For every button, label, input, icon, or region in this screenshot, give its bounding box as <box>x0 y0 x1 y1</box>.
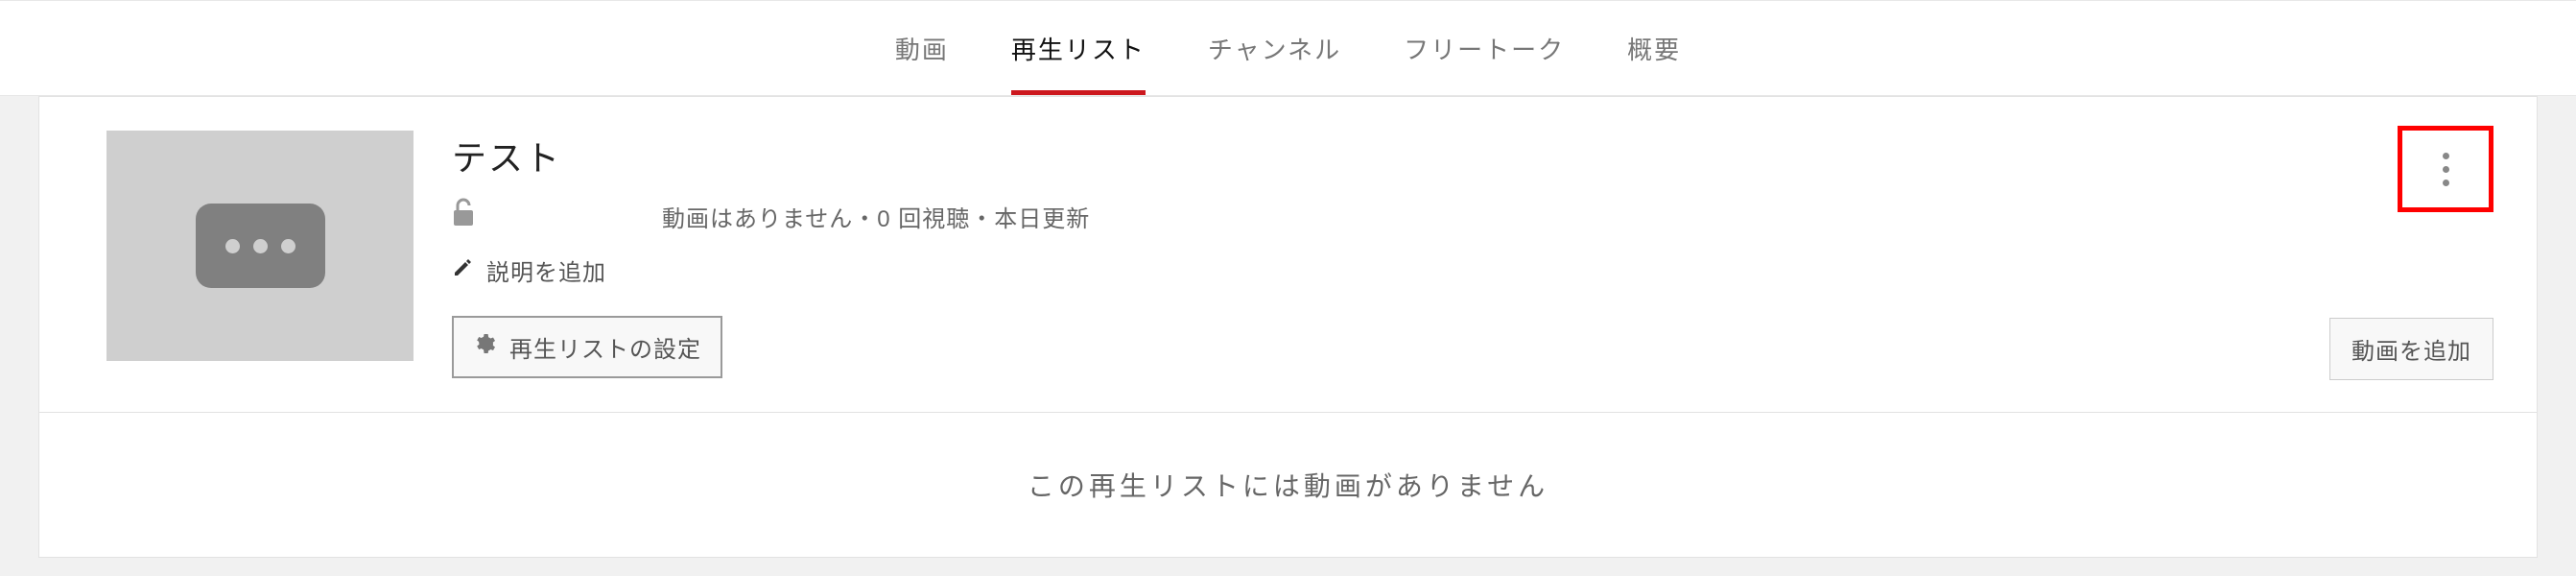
playlist-settings-button[interactable]: 再生リストの設定 <box>452 316 722 378</box>
channel-tabs: 動画 再生リスト チャンネル フリートーク 概要 <box>0 0 2576 96</box>
more-options-button[interactable] <box>2398 126 2493 212</box>
right-actions: 動画を追加 <box>2329 126 2493 380</box>
playlist-title[interactable]: テスト <box>452 131 2493 180</box>
thumbnail-placeholder-icon <box>196 204 325 288</box>
pencil-icon <box>452 257 473 283</box>
add-video-button[interactable]: 動画を追加 <box>2329 318 2493 380</box>
tab-playlists[interactable]: 再生リスト <box>1011 1 1146 95</box>
playlist-info: テスト 動画はありません・0 回視聴・本日更新 説明を追加 <box>452 131 2493 378</box>
add-description-button[interactable]: 説明を追加 <box>452 253 2493 287</box>
tab-channels[interactable]: チャンネル <box>1208 1 1341 95</box>
privacy-unlocked-icon[interactable] <box>452 198 475 234</box>
tab-about[interactable]: 概要 <box>1627 1 1681 95</box>
empty-state-message: この再生リストには動画がありません <box>92 466 2484 504</box>
tab-discussion[interactable]: フリートーク <box>1404 1 1565 95</box>
more-vertical-icon <box>2443 153 2449 186</box>
playlist-thumbnail <box>106 131 414 361</box>
add-description-label: 説明を追加 <box>486 253 606 287</box>
playlist-empty-state: この再生リストには動画がありません <box>38 413 2538 558</box>
playlist-header-card: テスト 動画はありません・0 回視聴・本日更新 説明を追加 <box>38 96 2538 413</box>
playlist-meta-row: 動画はありません・0 回視聴・本日更新 <box>452 198 2493 234</box>
playlist-meta-text: 動画はありません・0 回視聴・本日更新 <box>662 200 1090 233</box>
settings-button-label: 再生リストの設定 <box>509 330 701 364</box>
tab-videos[interactable]: 動画 <box>895 1 949 95</box>
gear-icon <box>473 332 496 362</box>
content-area: テスト 動画はありません・0 回視聴・本日更新 説明を追加 <box>0 96 2576 558</box>
